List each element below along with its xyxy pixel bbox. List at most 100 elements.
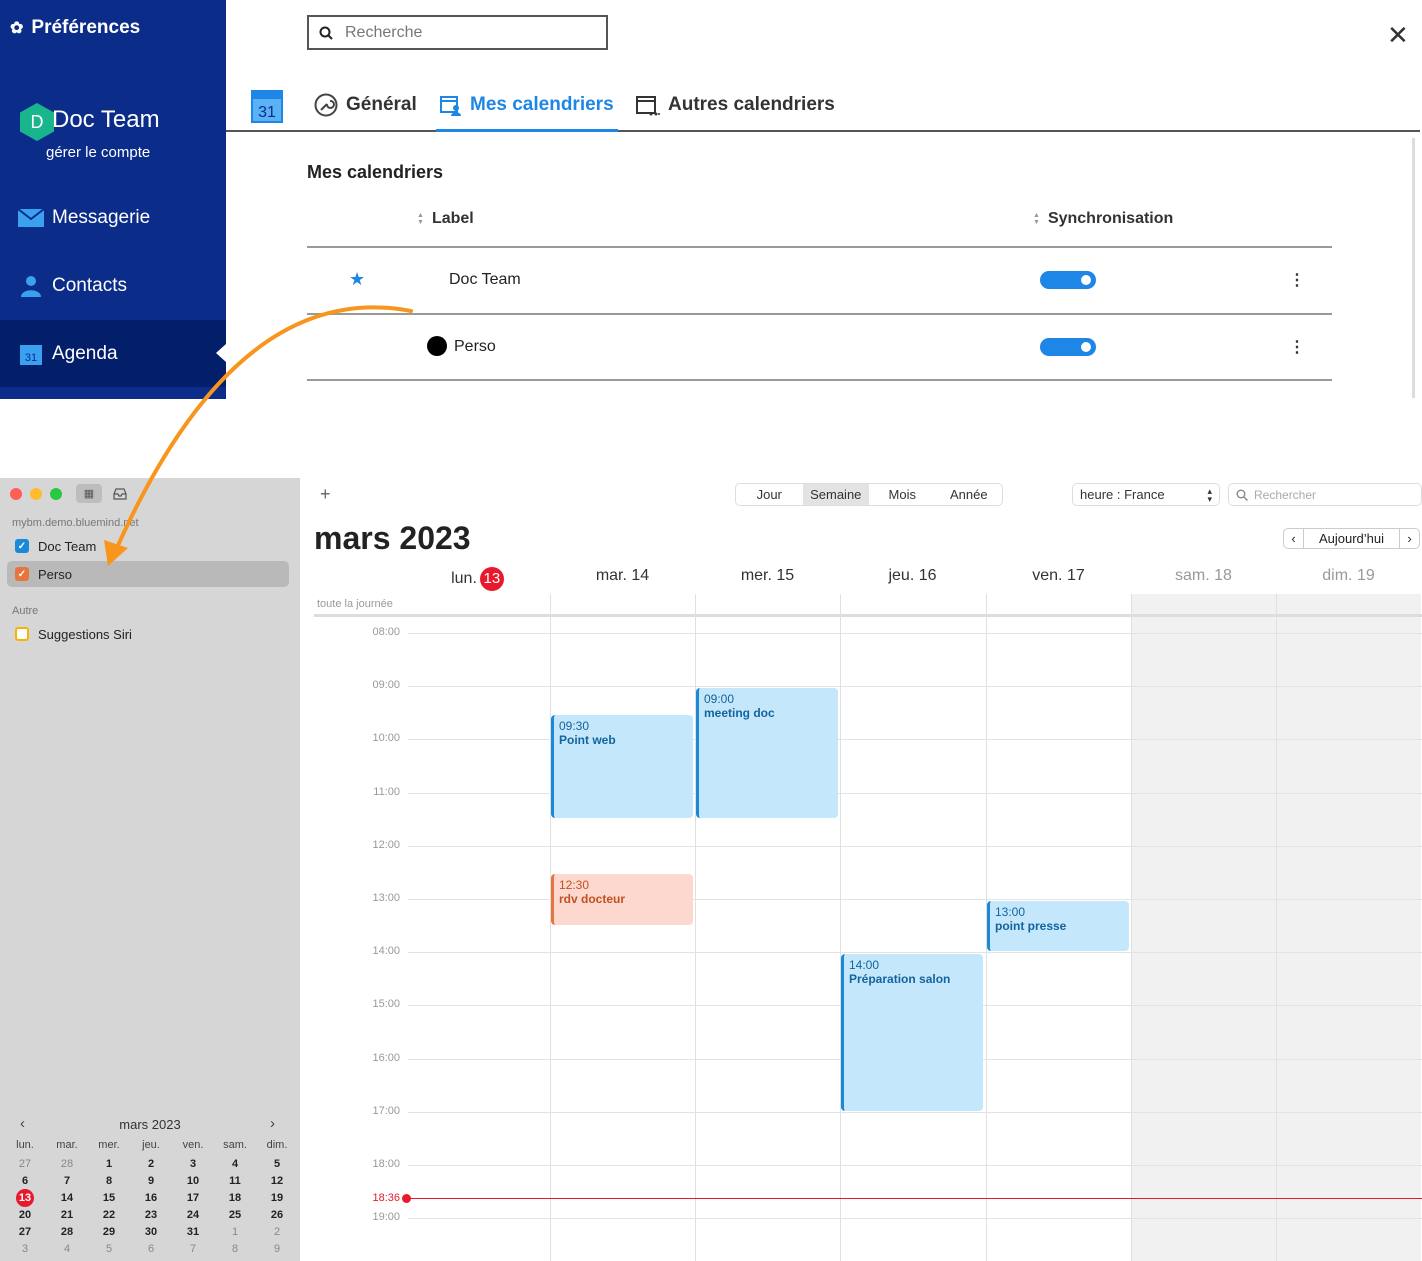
mini-day[interactable]: 23 (130, 1209, 172, 1221)
mini-day[interactable]: 1 (214, 1226, 256, 1238)
calendar-event[interactable]: 12:30 rdv docteur (551, 874, 693, 925)
day-header[interactable]: mar. 14 (550, 567, 695, 585)
view-year-button[interactable]: Année (936, 484, 1003, 505)
mini-day[interactable]: 8 (214, 1243, 256, 1255)
calendar-search-input[interactable]: Rechercher (1228, 483, 1422, 506)
mini-day[interactable]: 11 (214, 1175, 256, 1187)
mini-day[interactable]: 8 (88, 1175, 130, 1187)
day-header[interactable]: jeu. 16 (840, 567, 985, 585)
calendar-event[interactable]: 14:00 Préparation salon (841, 954, 983, 1111)
nav-item-agenda[interactable]: 31 Agenda (0, 320, 226, 387)
mini-day[interactable]: 18 (214, 1192, 256, 1204)
calendar-item-perso[interactable]: ✓ Perso (7, 561, 289, 587)
mini-day[interactable]: 20 (4, 1209, 46, 1221)
mini-day[interactable]: 30 (130, 1226, 172, 1238)
mini-day[interactable]: 29 (88, 1226, 130, 1238)
calendar-event[interactable]: 13:00 point presse (987, 901, 1129, 952)
mini-day[interactable]: 6 (130, 1243, 172, 1255)
mini-day[interactable]: 17 (172, 1192, 214, 1204)
day-header[interactable]: sam. 18 (1131, 567, 1276, 585)
mini-day[interactable]: 4 (46, 1243, 88, 1255)
calendar-item-suggestions-siri[interactable]: Suggestions Siri (7, 621, 289, 647)
mini-day[interactable]: 16 (130, 1192, 172, 1204)
column-header-label[interactable]: ▲ ▼ Label (417, 210, 474, 228)
tab-mes-calendriers[interactable]: Mes calendriers (436, 80, 618, 132)
sync-toggle[interactable] (1040, 271, 1096, 289)
mini-day[interactable]: 24 (172, 1209, 214, 1221)
envelope-icon (18, 207, 44, 229)
mini-day[interactable]: 1 (88, 1158, 130, 1170)
more-options-button[interactable]: ⋮ (1289, 337, 1305, 357)
mini-day[interactable]: 10 (172, 1175, 214, 1187)
column-header-synchronisation[interactable]: ▲ ▼ Synchronisation (1033, 210, 1173, 228)
mini-day[interactable]: 4 (214, 1158, 256, 1170)
day-header[interactable]: mer. 15 (695, 567, 840, 585)
mini-weekday: ven. (182, 1139, 204, 1151)
prev-week-button[interactable]: ‹ (1283, 528, 1304, 549)
mini-day[interactable]: 7 (46, 1175, 88, 1187)
tab-autres-calendriers[interactable]: Autres calendriers (636, 80, 835, 130)
add-event-button[interactable]: + (320, 484, 331, 505)
mini-day[interactable]: 3 (4, 1243, 46, 1255)
zoom-window-button[interactable] (50, 488, 62, 500)
scrollbar[interactable] (1412, 138, 1415, 398)
mini-day[interactable]: 2 (130, 1158, 172, 1170)
mini-day[interactable]: 31 (172, 1226, 214, 1238)
mini-day[interactable]: 28 (46, 1226, 88, 1238)
close-window-button[interactable] (10, 488, 22, 500)
calendar-event[interactable]: 09:00 meeting doc (696, 688, 838, 819)
avatar[interactable]: D (20, 103, 54, 141)
mini-day[interactable]: 26 (256, 1209, 298, 1221)
mini-day[interactable]: 5 (88, 1243, 130, 1255)
next-week-button[interactable]: › (1399, 528, 1420, 549)
more-options-button[interactable]: ⋮ (1289, 270, 1305, 290)
mini-day[interactable]: 27 (4, 1158, 46, 1170)
mini-day[interactable]: 21 (46, 1209, 88, 1221)
manage-account-link[interactable]: gérer le compte (46, 144, 150, 161)
mini-day[interactable]: 28 (46, 1158, 88, 1170)
hour-label: 14:00 (372, 945, 400, 958)
search-input[interactable]: Recherche (307, 15, 608, 50)
day-header[interactable]: dim. 19 (1276, 567, 1421, 585)
day-header[interactable]: lun. 13 (405, 567, 550, 591)
mini-day[interactable]: 22 (88, 1209, 130, 1221)
checkbox[interactable]: ✓ (15, 567, 29, 581)
hour-gridline (408, 952, 1422, 954)
nav-item-messagerie[interactable]: Messagerie (0, 187, 226, 249)
checkbox[interactable] (15, 627, 29, 641)
minimize-window-button[interactable] (30, 488, 42, 500)
mini-day[interactable]: 12 (256, 1175, 298, 1187)
preferences-title: ✿ Préférences (10, 17, 141, 38)
mini-day[interactable]: 3 (172, 1158, 214, 1170)
mini-day[interactable]: 7 (172, 1243, 214, 1255)
day-header[interactable]: ven. 17 (986, 567, 1131, 585)
color-dot-icon (427, 336, 447, 356)
mini-day[interactable]: 13 (4, 1192, 46, 1204)
mini-day[interactable]: 15 (88, 1192, 130, 1204)
tab-general[interactable]: Général (314, 80, 417, 130)
today-button[interactable]: Aujourd’hui (1304, 528, 1399, 549)
mini-day[interactable]: 19 (256, 1192, 298, 1204)
mini-day[interactable]: 27 (4, 1226, 46, 1238)
mini-day[interactable]: 9 (130, 1175, 172, 1187)
checkbox[interactable]: ✓ (15, 539, 29, 553)
inbox-icon[interactable] (107, 484, 133, 503)
mini-day[interactable]: 9 (256, 1243, 298, 1255)
hour-gridline (408, 633, 1422, 634)
view-month-button[interactable]: Mois (869, 484, 936, 505)
mini-day[interactable]: 5 (256, 1158, 298, 1170)
calendar-list-toggle-icon[interactable]: ▦ (76, 484, 102, 503)
mini-next-button[interactable]: › (270, 1115, 275, 1132)
timezone-select[interactable]: heure : France ▴ ▾ (1072, 483, 1220, 506)
mini-day[interactable]: 6 (4, 1175, 46, 1187)
view-week-button[interactable]: Semaine (802, 484, 869, 505)
sync-toggle[interactable] (1040, 338, 1096, 356)
mini-day[interactable]: 14 (46, 1192, 88, 1204)
close-button[interactable]: ✕ (1387, 20, 1409, 51)
nav-item-contacts[interactable]: Contacts (0, 255, 226, 317)
mini-day[interactable]: 2 (256, 1226, 298, 1238)
calendar-item-doc-team[interactable]: ✓ Doc Team (7, 533, 289, 559)
mini-day[interactable]: 25 (214, 1209, 256, 1221)
calendar-event[interactable]: 09:30 Point web (551, 714, 693, 819)
view-day-button[interactable]: Jour (736, 484, 803, 505)
